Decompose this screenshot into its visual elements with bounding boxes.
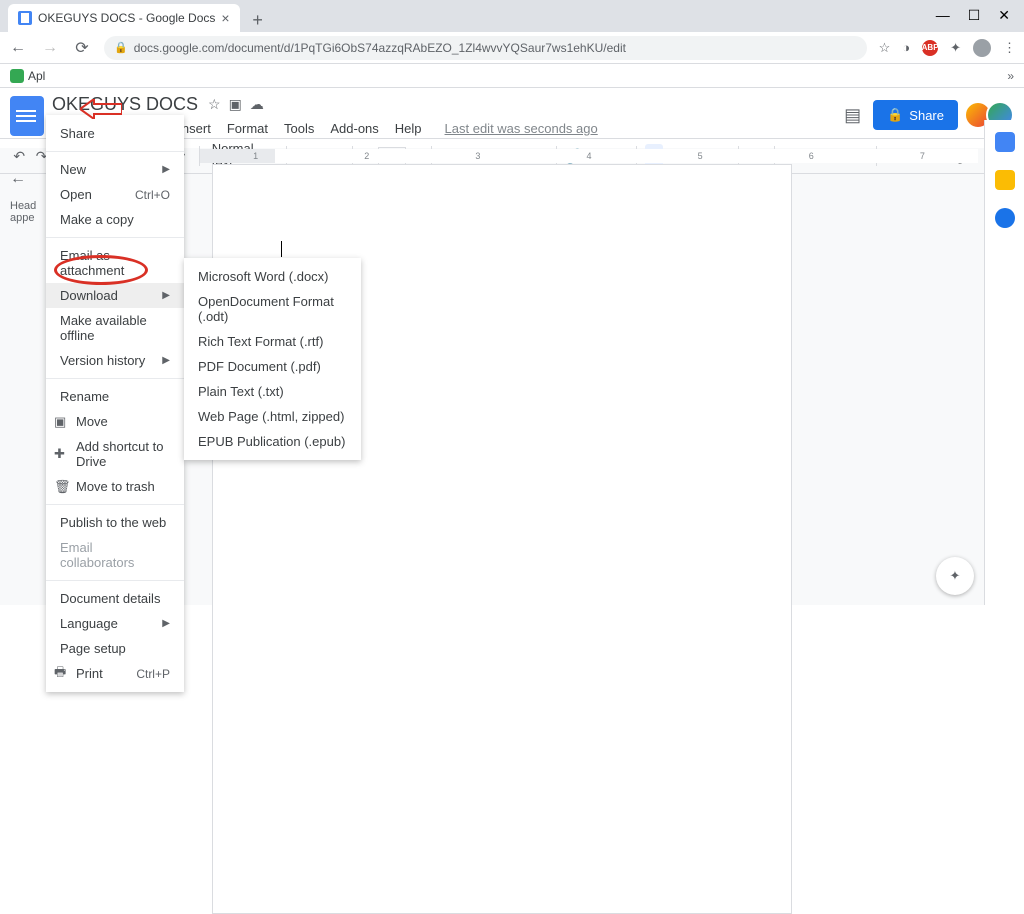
cloud-status-icon[interactable]: ☁ [250, 96, 264, 113]
menu-open[interactable]: OpenCtrl+O [46, 182, 184, 207]
star-bookmark-icon[interactable]: ☆ [879, 40, 891, 56]
download-rtf[interactable]: Rich Text Format (.rtf) [184, 329, 361, 354]
download-docx[interactable]: Microsoft Word (.docx) [184, 264, 361, 289]
menu-format[interactable]: Format [220, 119, 275, 138]
browser-tab[interactable]: OKEGUYS DOCS - Google Docs × [8, 4, 240, 32]
menu-print[interactable]: 🖶PrintCtrl+P [46, 661, 184, 686]
new-tab-button[interactable]: + [246, 8, 270, 32]
calendar-icon[interactable] [995, 132, 1015, 152]
kebab-menu-icon[interactable]: ⋮ [1003, 40, 1016, 56]
menu-email-collab: Email collaborators [46, 535, 184, 575]
file-menu-dropdown: Share New▶ OpenCtrl+O Make a copy Email … [46, 115, 184, 692]
profile-icon[interactable] [973, 39, 991, 57]
url-field[interactable]: 🔒 docs.google.com/document/d/1PqTGi6ObS7… [104, 36, 867, 60]
trash-icon: 🗑 [54, 479, 71, 495]
menu-move[interactable]: ▣Move [46, 409, 184, 434]
outline-back-icon[interactable]: ← [10, 170, 32, 188]
download-odt[interactable]: OpenDocument Format (.odt) [184, 289, 361, 329]
keep-icon[interactable] [995, 170, 1015, 190]
menu-new[interactable]: New▶ [46, 157, 184, 182]
menu-version-history[interactable]: Version history▶ [46, 348, 184, 373]
download-html[interactable]: Web Page (.html, zipped) [184, 404, 361, 429]
drive-shortcut-icon: ✚ [54, 446, 65, 462]
outline-heading: Headappe [10, 200, 32, 224]
reload-icon[interactable]: ⟳ [72, 38, 92, 58]
last-edit-link[interactable]: Last edit was seconds ago [445, 121, 598, 136]
bookmark-folder-icon [10, 69, 24, 83]
explore-button[interactable]: ✦ [936, 557, 974, 595]
extension-icon[interactable]: ◑ [902, 40, 910, 55]
lock-share-icon: 🔒 [887, 107, 903, 123]
menu-rename[interactable]: Rename [46, 384, 184, 409]
tab-title: OKEGUYS DOCS - Google Docs [38, 11, 215, 25]
menu-language[interactable]: Language▶ [46, 611, 184, 636]
minimize-icon[interactable]: — [936, 7, 950, 24]
download-epub[interactable]: EPUB Publication (.epub) [184, 429, 361, 454]
menu-offline[interactable]: Make available offline [46, 308, 184, 348]
forward-icon[interactable]: → [40, 39, 60, 57]
share-label: Share [909, 108, 944, 123]
ruler: 1 2 3 4 5 6 7 [200, 149, 978, 163]
download-submenu: Microsoft Word (.docx) OpenDocument Form… [184, 258, 361, 460]
tasks-icon[interactable] [995, 208, 1015, 228]
bookmark-label[interactable]: Apl [28, 69, 45, 83]
menu-add-shortcut[interactable]: ✚Add shortcut to Drive [46, 434, 184, 474]
back-icon[interactable]: ← [8, 39, 28, 57]
menu-make-copy[interactable]: Make a copy [46, 207, 184, 232]
text-cursor [281, 241, 282, 257]
download-txt[interactable]: Plain Text (.txt) [184, 379, 361, 404]
menu-download[interactable]: Download▶ [46, 283, 184, 308]
outline-panel: ← Headappe [0, 160, 42, 234]
lock-icon: 🔒 [114, 41, 128, 54]
puzzle-icon[interactable]: ✦ [950, 40, 961, 56]
move-folder-icon[interactable]: ▣ [229, 96, 242, 113]
url-text: docs.google.com/document/d/1PqTGi6ObS74a… [134, 41, 626, 55]
bookmark-bar: Apl » [0, 64, 1024, 88]
docs-logo-icon[interactable] [10, 96, 44, 136]
menu-share[interactable]: Share [46, 121, 184, 146]
chevron-right-icon[interactable]: » [1007, 69, 1014, 83]
address-bar: ← → ⟳ 🔒 docs.google.com/document/d/1PqTG… [0, 32, 1024, 64]
menu-publish[interactable]: Publish to the web [46, 510, 184, 535]
document-title[interactable]: OKEGUYS DOCS [52, 94, 198, 115]
docs-favicon-icon [18, 11, 32, 25]
menu-trash[interactable]: 🗑Move to trash [46, 474, 184, 499]
comments-icon[interactable]: ▤ [844, 105, 861, 126]
share-button[interactable]: 🔒 Share [873, 100, 958, 130]
window-controls: — ☐ ✕ [936, 7, 1024, 32]
menu-tools[interactable]: Tools [277, 119, 321, 138]
print-menu-icon: 🖶 [54, 663, 66, 685]
close-window-icon[interactable]: ✕ [998, 7, 1010, 24]
menu-help[interactable]: Help [388, 119, 429, 138]
close-tab-icon[interactable]: × [221, 10, 229, 26]
side-panel [984, 120, 1024, 605]
download-pdf[interactable]: PDF Document (.pdf) [184, 354, 361, 379]
menu-details[interactable]: Document details [46, 586, 184, 611]
menu-page-setup[interactable]: Page setup [46, 636, 184, 661]
folder-icon: ▣ [54, 414, 66, 430]
star-icon[interactable]: ☆ [208, 96, 221, 113]
menu-addons[interactable]: Add-ons [323, 119, 385, 138]
menu-email-attachment[interactable]: Email as attachment [46, 243, 184, 283]
browser-tab-strip: OKEGUYS DOCS - Google Docs × + — ☐ ✕ [0, 0, 1024, 32]
annotation-arrow-icon [80, 99, 122, 119]
maximize-icon[interactable]: ☐ [968, 7, 981, 24]
adblock-icon[interactable]: ABP [922, 40, 938, 56]
